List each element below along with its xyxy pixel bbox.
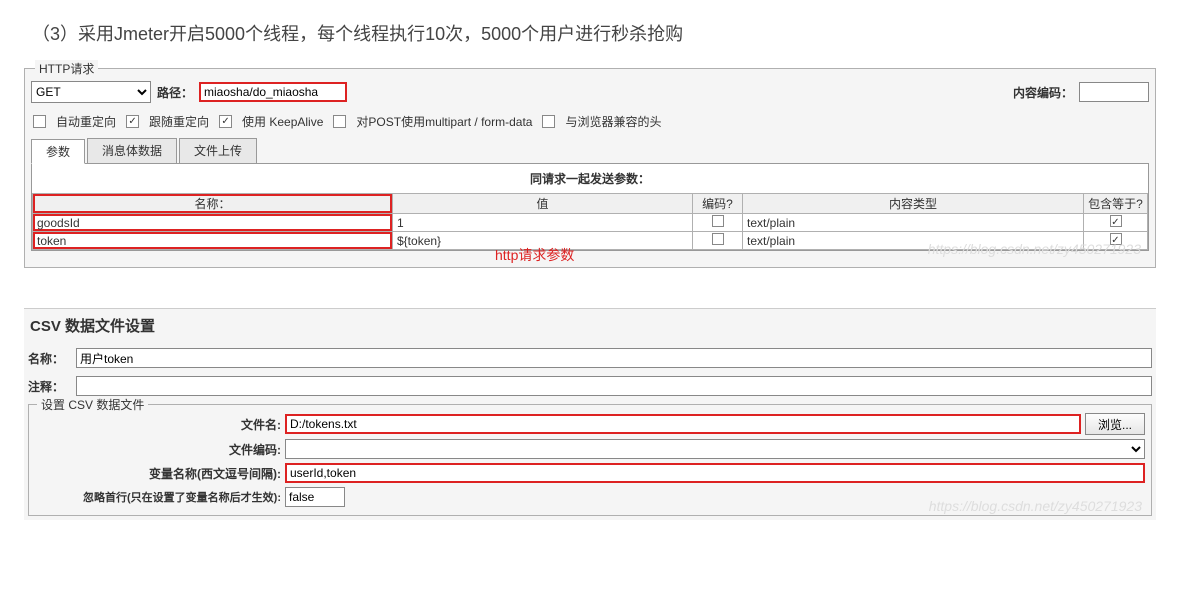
encode-checkbox[interactable] [712,233,724,245]
annotation-text: http请求参数 [495,245,574,265]
col-encode: 编码? [693,194,743,214]
csv-fieldset-legend: 设置 CSV 数据文件 [37,396,148,413]
path-input[interactable] [199,82,347,102]
col-include: 包含等于? [1084,194,1148,214]
fileenc-label: 文件编码: [35,441,285,458]
multipart-checkbox[interactable] [333,115,346,128]
watermark: https://blog.csdn.net/zy450271923 [929,498,1142,514]
multipart-label: 对POST使用multipart / form-data [356,113,532,130]
http-request-panel: HTTP请求 GET 路径： 内容编码： 自动重定向 跟随重定向 使用 Keep… [24,68,1156,268]
fileenc-select[interactable] [285,439,1145,459]
http-method-select[interactable]: GET [31,81,151,103]
auto-redirect-label: 自动重定向 [56,113,116,130]
param-name[interactable]: token [33,232,393,250]
follow-redirect-checkbox[interactable] [126,115,139,128]
include-checkbox[interactable] [1110,215,1122,227]
varnames-label: 变量名称(西文逗号间隔): [35,465,285,482]
param-name[interactable]: goodsId [33,214,393,232]
keepalive-checkbox[interactable] [219,115,232,128]
doc-heading: （3）采用Jmeter开启5000个线程，每个线程执行10次，5000个用户进行… [32,20,1156,46]
col-name: 名称： [33,194,393,214]
path-label: 路径： [157,84,193,101]
col-value: 值 [393,194,693,214]
tab-upload[interactable]: 文件上传 [179,138,257,163]
param-ctype[interactable]: text/plain [743,214,1084,232]
csv-config-panel: CSV 数据文件设置 名称： 注释： 设置 CSV 数据文件 文件名: 浏览..… [24,308,1156,520]
csv-title: CSV 数据文件设置 [30,315,1152,336]
content-encoding-input[interactable] [1079,82,1149,102]
ignore-first-input[interactable] [285,487,345,507]
table-row[interactable]: goodsId 1 text/plain [33,214,1148,232]
csv-comment-label: 注释： [28,378,76,395]
csv-comment-input[interactable] [76,376,1152,396]
panel-title: HTTP请求 [35,60,98,77]
browser-headers-label: 与浏览器兼容的头 [565,113,661,130]
tab-body[interactable]: 消息体数据 [87,138,177,163]
browser-headers-checkbox[interactable] [542,115,555,128]
param-value[interactable]: 1 [393,214,693,232]
browse-button[interactable]: 浏览... [1085,413,1145,435]
encode-checkbox[interactable] [712,215,724,227]
auto-redirect-checkbox[interactable] [33,115,46,128]
tab-params[interactable]: 参数 [31,139,85,164]
keepalive-label: 使用 KeepAlive [242,113,323,130]
params-section-head: 同请求一起发送参数： [32,164,1148,193]
filename-label: 文件名: [35,416,285,433]
varnames-input[interactable] [285,463,1145,483]
csv-name-input[interactable] [76,348,1152,368]
col-ctype: 内容类型 [743,194,1084,214]
follow-redirect-label: 跟随重定向 [149,113,209,130]
filename-input[interactable] [285,414,1081,434]
ignore-first-label: 忽略首行(只在设置了变量名称后才生效): [35,489,285,505]
watermark: https://blog.csdn.net/zy450271923 [928,241,1141,257]
csv-name-label: 名称： [28,350,76,367]
content-encoding-label: 内容编码： [1013,84,1073,101]
